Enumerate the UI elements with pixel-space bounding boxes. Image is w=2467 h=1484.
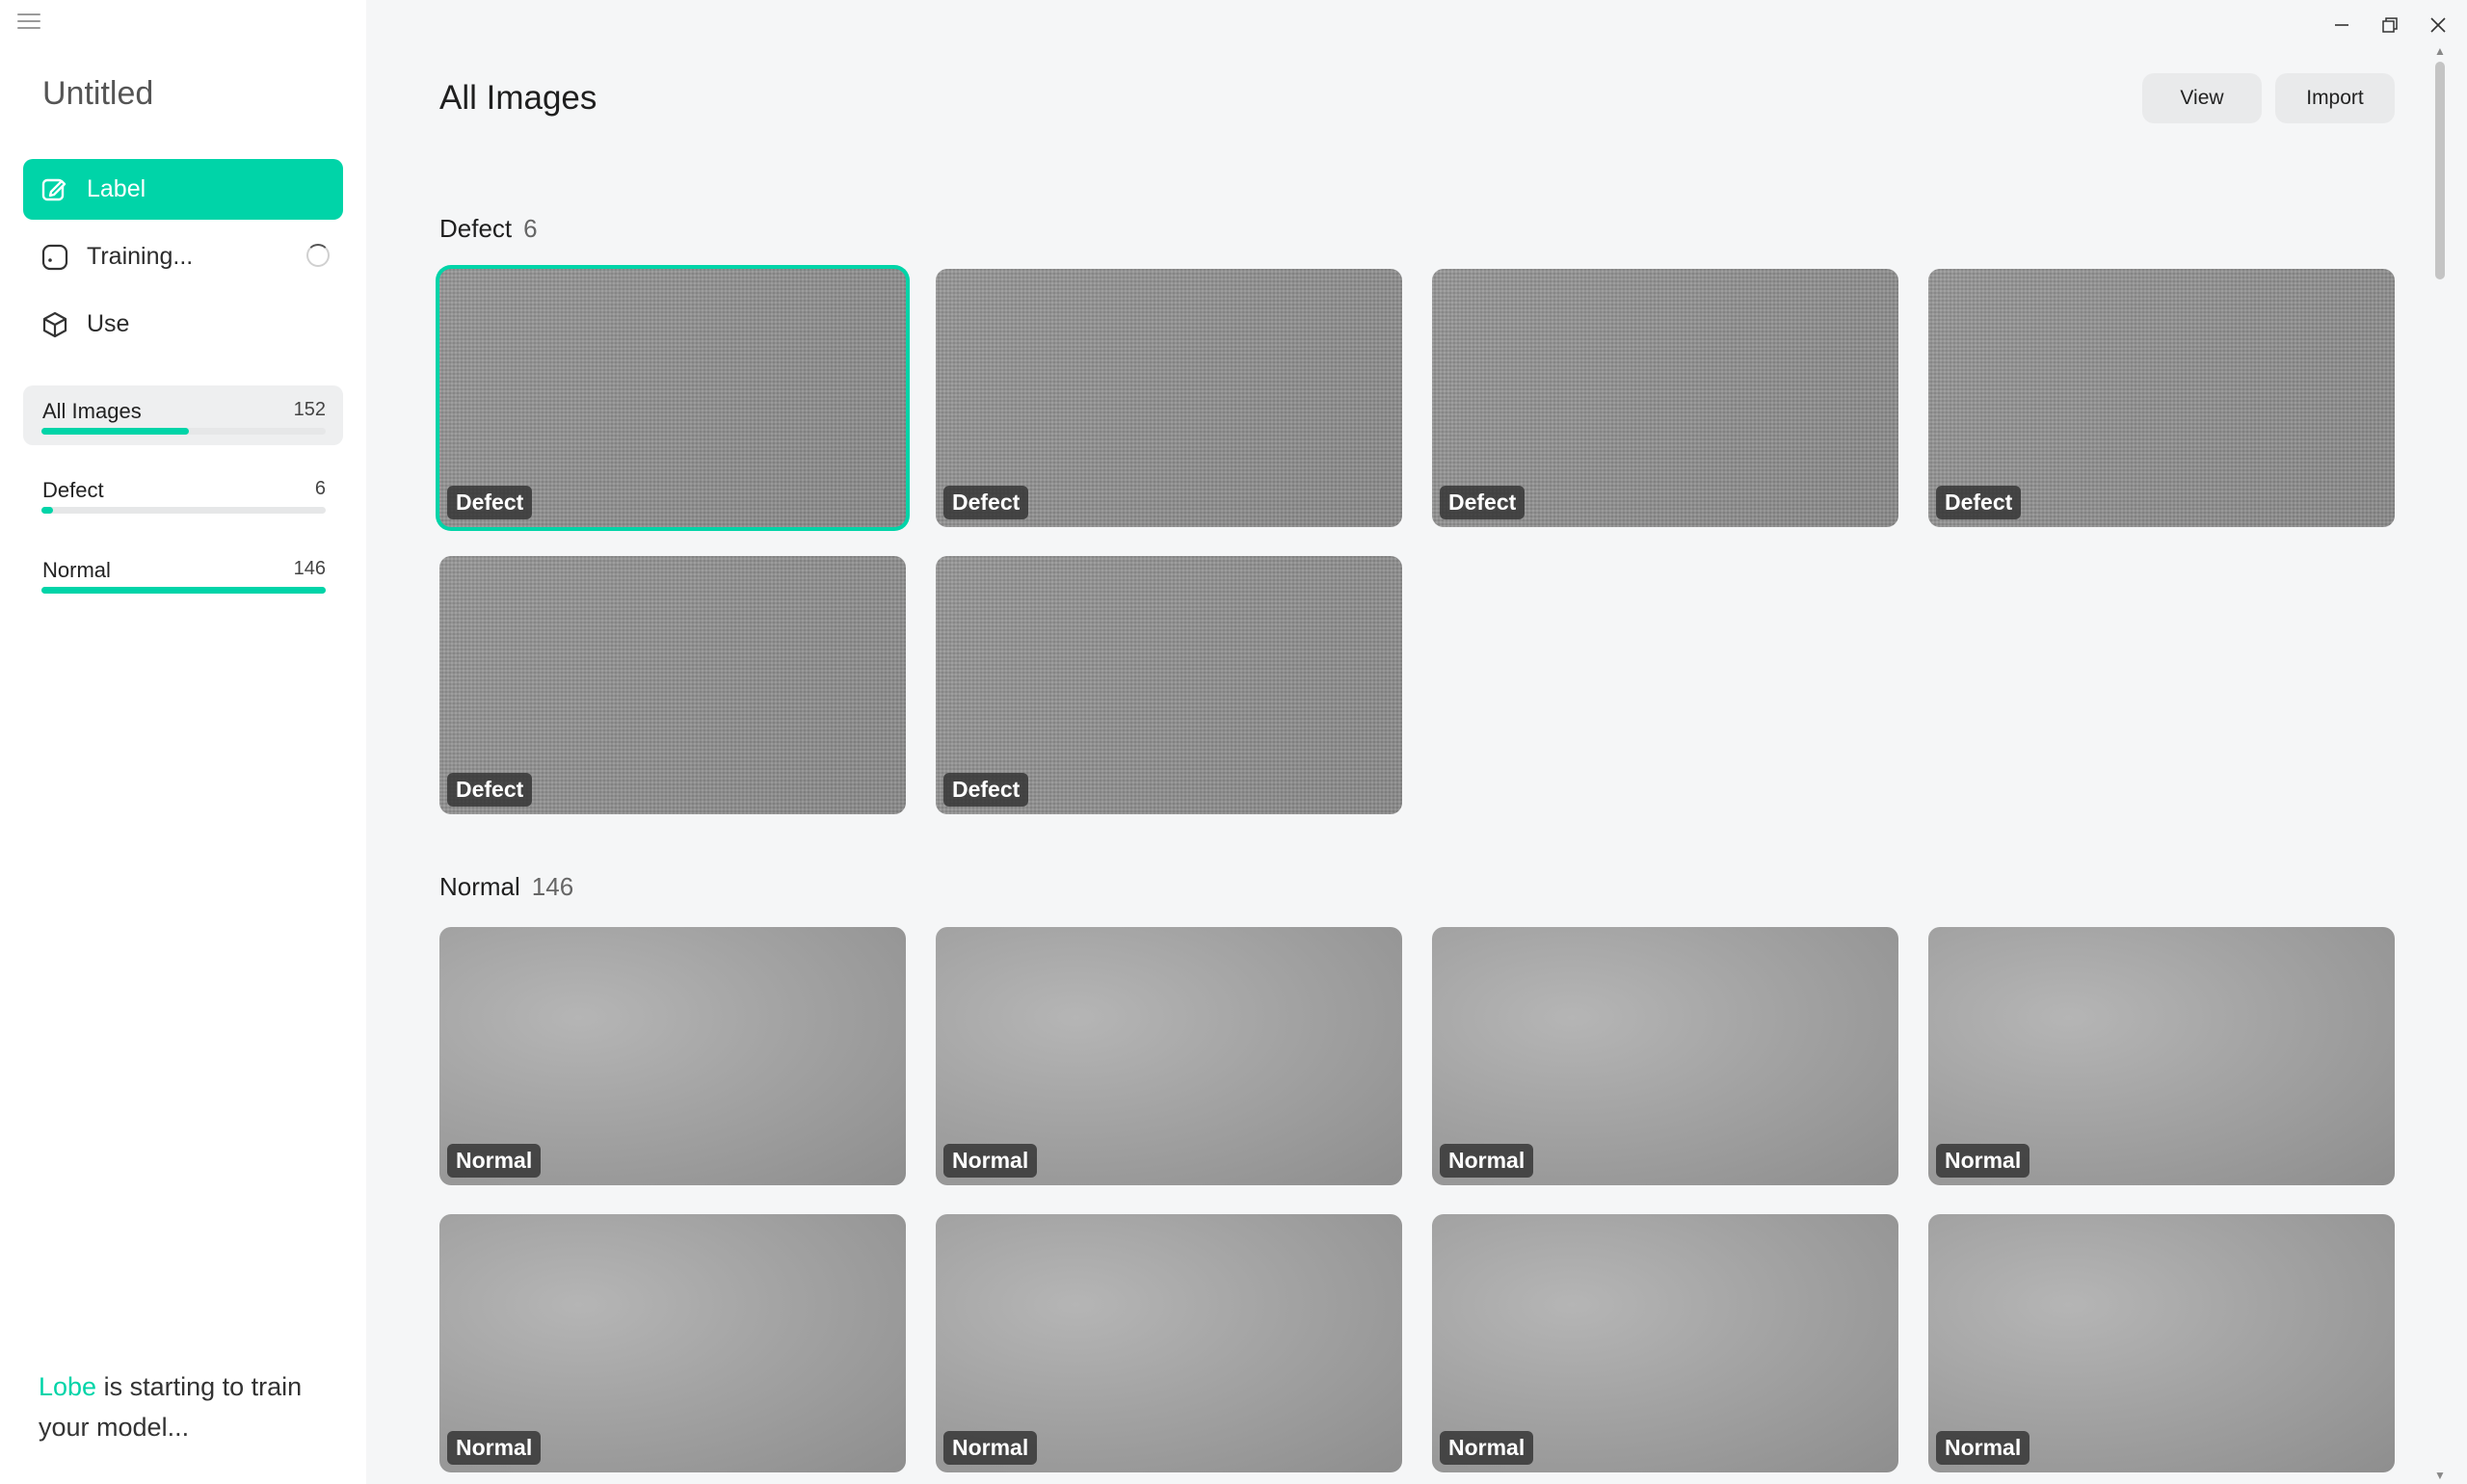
progress-track — [41, 587, 326, 594]
filter-all-images[interactable]: All Images 152 — [23, 385, 343, 445]
scroll-up-icon[interactable]: ▲ — [2434, 45, 2446, 57]
import-button[interactable]: Import — [2275, 73, 2395, 123]
nav-training-text: Training... — [87, 243, 194, 270]
image-label-tag: Normal — [943, 1144, 1038, 1178]
progress-track — [41, 507, 326, 514]
section-count: 6 — [523, 214, 538, 243]
image-label-tag: Normal — [1936, 1431, 2030, 1465]
image-label-tag: Defect — [1936, 486, 2022, 519]
filter-label: Defect — [42, 478, 104, 502]
progress-track — [41, 428, 326, 435]
scrollbar[interactable]: ▲ ▼ — [2430, 45, 2448, 1484]
filter-label: Normal — [42, 558, 111, 582]
filter-count: 146 — [293, 558, 326, 579]
menu-icon[interactable] — [17, 13, 40, 31]
view-button[interactable]: View — [2142, 73, 2262, 123]
filter-label: All Images — [42, 399, 142, 423]
image-label-tag: Defect — [943, 773, 1029, 807]
scroll-thumb[interactable] — [2435, 62, 2445, 279]
filter-count: 152 — [293, 399, 326, 420]
filter-normal[interactable]: Normal 146 — [23, 544, 343, 604]
image-label-tag: Defect — [943, 486, 1029, 519]
section-title-normal: Normal 146 — [439, 872, 573, 902]
image-thumbnail[interactable]: Defect — [439, 269, 906, 527]
image-thumbnail[interactable]: Normal — [439, 1214, 906, 1472]
image-label-tag: Defect — [447, 486, 533, 519]
close-icon[interactable] — [2419, 8, 2457, 42]
nav-label[interactable]: Label — [23, 159, 343, 220]
image-thumbnail[interactable]: Normal — [439, 927, 906, 1185]
image-thumbnail[interactable]: Normal — [1432, 1214, 1898, 1472]
restore-icon[interactable] — [2371, 8, 2409, 42]
image-label-tag: Normal — [1440, 1431, 1534, 1465]
main-content: All Images View Import Defect 6 Defect Def… — [366, 0, 2448, 1484]
image-thumbnail[interactable]: Defect — [1432, 269, 1898, 527]
nav-label-text: Label — [87, 175, 146, 202]
progress-fill — [41, 428, 190, 435]
loading-spinner-icon — [306, 244, 330, 267]
section-count: 146 — [531, 872, 574, 901]
section-name: Normal — [439, 872, 520, 901]
progress-fill — [41, 507, 53, 514]
edit-icon — [40, 175, 69, 204]
minimize-icon[interactable] — [2322, 8, 2361, 42]
project-title[interactable]: Untitled — [42, 75, 153, 113]
image-thumbnail[interactable]: Normal — [1928, 1214, 2395, 1472]
filter-defect[interactable]: Defect 6 — [23, 464, 343, 524]
image-label-tag: Normal — [447, 1431, 542, 1465]
image-label-tag: Normal — [943, 1431, 1038, 1465]
image-thumbnail[interactable]: Defect — [936, 556, 1402, 814]
cube-icon — [40, 310, 69, 339]
image-label-tag: Normal — [1936, 1144, 2030, 1178]
image-thumbnail[interactable]: Normal — [936, 927, 1402, 1185]
image-label-tag: Defect — [447, 773, 533, 807]
circle-dot-icon — [40, 243, 69, 272]
image-label-tag: Normal — [447, 1144, 542, 1178]
sidebar: Untitled Label Training... Use All Image… — [0, 0, 366, 1484]
nav-use[interactable]: Use — [23, 294, 343, 355]
nav-use-text: Use — [87, 310, 130, 337]
image-label-tag: Defect — [1440, 486, 1525, 519]
image-thumbnail[interactable]: Normal — [1432, 927, 1898, 1185]
training-status: Lobe is starting to train your model... — [39, 1366, 347, 1447]
scroll-down-icon[interactable]: ▼ — [2434, 1470, 2446, 1481]
progress-fill — [41, 587, 326, 594]
image-thumbnail[interactable]: Defect — [936, 269, 1402, 527]
filter-count: 6 — [314, 478, 326, 499]
page-title: All Images — [439, 79, 597, 117]
image-thumbnail[interactable]: Defect — [1928, 269, 2395, 527]
image-label-tag: Normal — [1440, 1144, 1534, 1178]
nav-training[interactable]: Training... — [23, 226, 343, 287]
image-thumbnail[interactable]: Normal — [1928, 927, 2395, 1185]
section-title-defect: Defect 6 — [439, 214, 538, 244]
section-name: Defect — [439, 214, 513, 243]
image-thumbnail[interactable]: Defect — [439, 556, 906, 814]
image-thumbnail[interactable]: Normal — [936, 1214, 1402, 1472]
brand-name: Lobe — [39, 1372, 97, 1401]
